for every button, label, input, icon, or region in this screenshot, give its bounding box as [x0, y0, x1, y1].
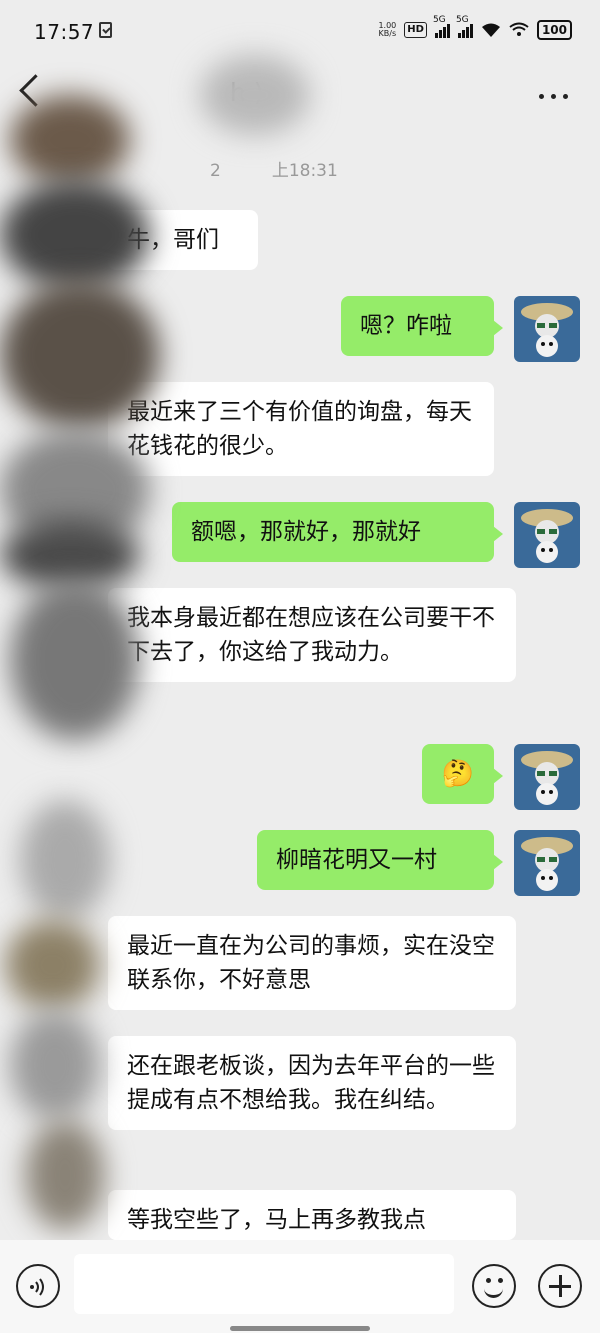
emoji-icon[interactable] — [472, 1264, 516, 1308]
avatar[interactable] — [514, 830, 580, 896]
avatar[interactable] — [514, 744, 580, 810]
message-outgoing-emoji[interactable]: 🤔 — [422, 744, 503, 804]
message-outgoing[interactable]: 嗯？咋啦 — [341, 296, 503, 356]
wifi-2-icon — [509, 22, 529, 38]
message-outgoing[interactable]: 额嗯，那就好，那就好 — [172, 502, 503, 562]
input-bar — [0, 1240, 600, 1333]
avatar-redaction — [5, 920, 100, 1010]
status-bar: 17:57 1.00 KB/s HD 5G 5G 100 — [0, 0, 600, 66]
avatar[interactable] — [514, 502, 580, 568]
more-horizontal-icon[interactable] — [539, 94, 568, 99]
message-incoming[interactable]: 最近一直在为公司的事烦，实在没空联系你，不好意思 — [108, 916, 516, 1010]
hd-badge: HD — [404, 22, 427, 38]
avatar-redaction — [25, 1120, 105, 1230]
status-time: 17:57 — [34, 20, 95, 44]
message-incoming[interactable]: 还在跟老板谈，因为去年平台的一些提成有点不想给我。我在纠结。 — [108, 1036, 516, 1130]
battery-indicator: 100 — [536, 20, 572, 40]
message-incoming[interactable]: 等我空些了，马上再多教我点 — [108, 1190, 516, 1240]
notification-check-icon — [99, 22, 112, 38]
message-input[interactable] — [74, 1254, 454, 1314]
status-icons: 1.00 KB/s HD 5G 5G 100 — [378, 15, 572, 40]
net-speed-unit: KB/s — [378, 29, 397, 38]
avatar-redaction — [20, 800, 110, 920]
voice-icon[interactable] — [16, 1264, 60, 1308]
title-redaction — [200, 55, 310, 135]
signal-1-icon: 5G — [433, 15, 450, 38]
net-speed: 1.00 KB/s — [378, 22, 396, 38]
avatar-redaction — [10, 1010, 100, 1120]
wifi-icon — [481, 22, 501, 38]
avatar-redaction — [10, 580, 140, 740]
message-incoming[interactable]: 最近来了三个有价值的询盘，每天花钱花的很少。 — [108, 382, 494, 476]
avatar-redaction — [0, 280, 160, 430]
avatar[interactable] — [514, 296, 580, 362]
avatar-redaction — [10, 95, 130, 185]
message-incoming[interactable]: 我本身最近都在想应该在公司要干不下去了，你这给了我动力。 — [108, 588, 516, 682]
home-indicator — [230, 1326, 370, 1331]
plus-icon[interactable] — [538, 1264, 582, 1308]
avatar-redaction — [0, 180, 150, 290]
message-outgoing[interactable]: 柳暗花明又一村 — [257, 830, 503, 890]
signal-1-label: 5G — [432, 15, 446, 25]
chat-timestamp: 2 上18:31 — [210, 161, 338, 181]
signal-2-label: 5G — [455, 15, 469, 25]
signal-2-icon: 5G — [456, 15, 473, 38]
